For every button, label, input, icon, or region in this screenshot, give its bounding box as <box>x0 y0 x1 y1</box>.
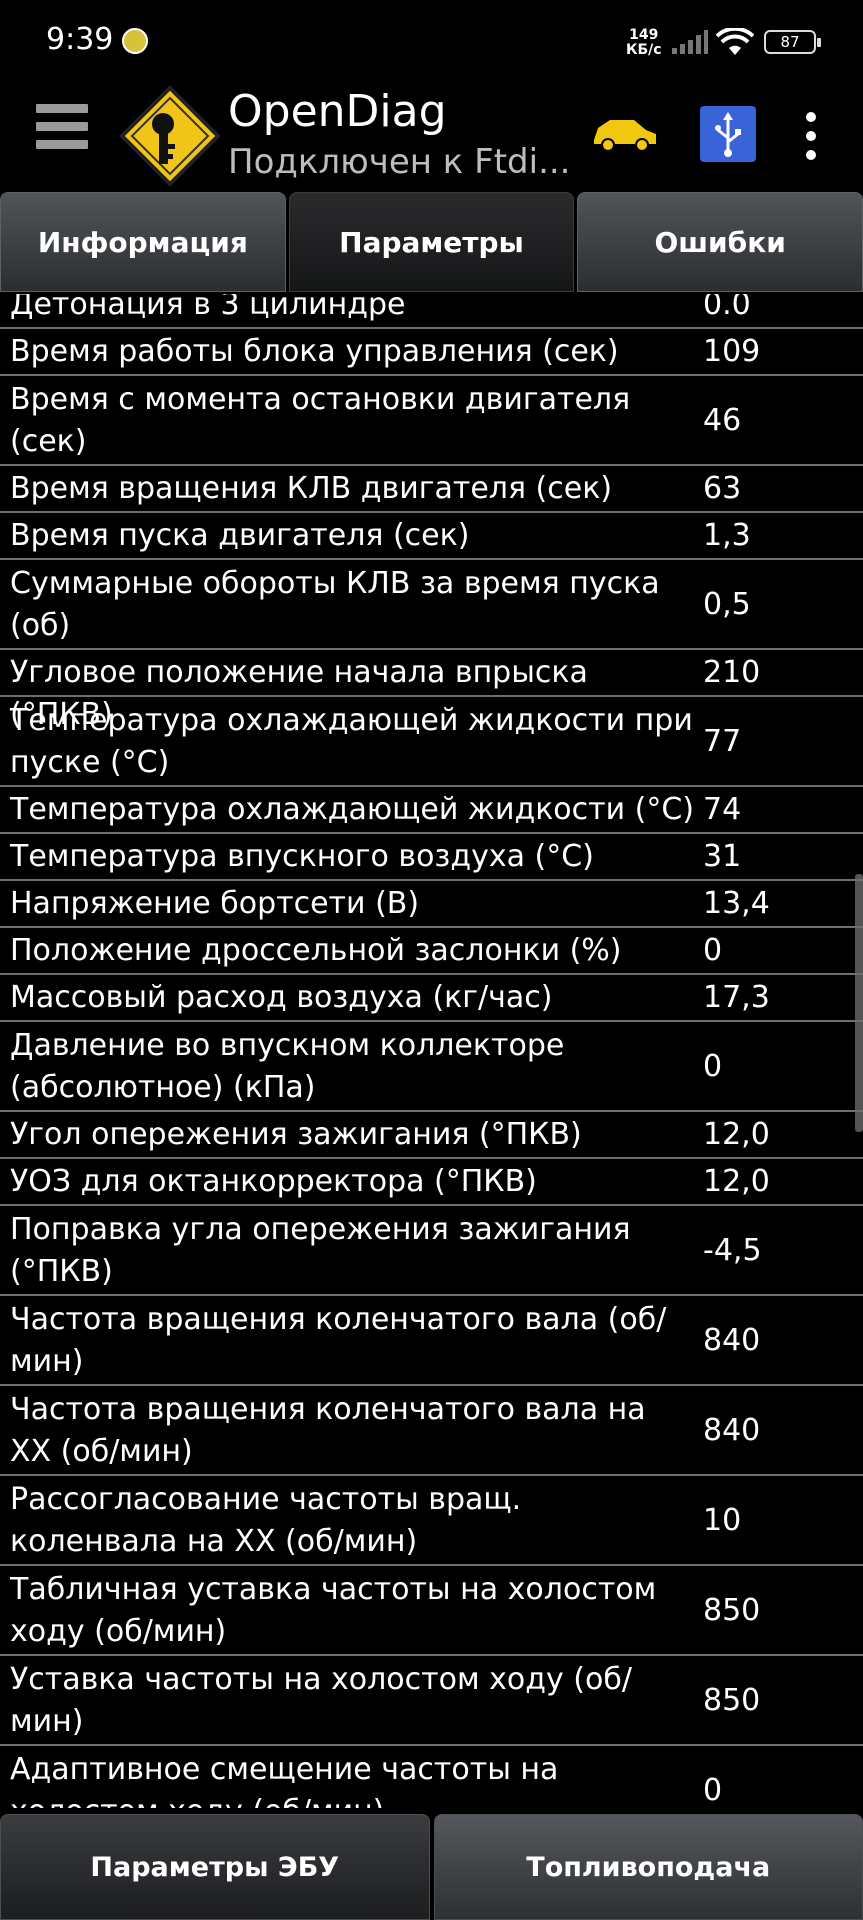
param-value: 63 <box>703 471 742 506</box>
param-value: 0 <box>703 933 723 968</box>
opendiag-logo <box>119 85 221 187</box>
table-row[interactable]: Рассогласование частоты вращ. коленвала … <box>0 1476 863 1566</box>
table-row[interactable]: Угловое положение начала впрыска (°ПКВ) 2… <box>0 650 863 732</box>
param-name: УОЗ для октанкорректора (°ПКВ) <box>10 1164 537 1199</box>
param-name: Давление во впускном коллекторе (абсолют… <box>10 1028 565 1105</box>
table-row[interactable]: Давление во впускном коллекторе (абсолют… <box>0 1022 863 1112</box>
param-value: 850 <box>703 1593 761 1628</box>
network-speed: 149 КБ/с <box>626 28 662 58</box>
table-row[interactable]: Напряжение бортсети (В) 13,4 <box>0 881 863 928</box>
param-name: Время пуска двигателя (сек) <box>10 518 470 553</box>
table-row[interactable]: Частота вращения коленчатого вала (об/ми… <box>0 1296 863 1386</box>
table-row[interactable]: Массовый расход воздуха (кг/час) 17,3 <box>0 975 863 1022</box>
param-name: Время с момента остановки двигателя (сек… <box>10 382 631 459</box>
param-name: Время вращения КЛВ двигателя (сек) <box>10 471 613 506</box>
table-row[interactable]: Время работы блока управления (сек) 109 <box>0 329 863 376</box>
connection-status: Подключен к Ftdi... <box>228 142 571 182</box>
param-value: 77 <box>703 724 742 759</box>
param-value: 0 <box>703 1773 723 1808</box>
usb-icon[interactable] <box>700 106 756 162</box>
table-row[interactable]: Угол опережения зажигания (°ПКВ) 12,0 <box>0 1112 863 1159</box>
param-value: 0.0 <box>703 294 751 322</box>
param-name: Напряжение бортсети (В) <box>10 886 420 921</box>
param-value: 840 <box>703 1323 761 1358</box>
notification-icon <box>122 28 148 54</box>
table-row[interactable]: Суммарные обороты КЛВ за время пуска (об… <box>0 560 863 650</box>
param-name: Температура впускного воздуха (°C) <box>10 839 594 874</box>
param-name: Частота вращения коленчатого вала (об/ми… <box>10 1302 667 1379</box>
table-row[interactable]: Температура охлаждающей жидкости при пус… <box>0 697 863 787</box>
param-value: 12,0 <box>703 1164 770 1199</box>
param-name: Массовый расход воздуха (кг/час) <box>10 980 553 1015</box>
tab-ecu-parameters[interactable]: Параметры ЭБУ <box>0 1814 430 1920</box>
param-value: 74 <box>703 792 742 827</box>
param-name: Табличная уставка частоты на холостом хо… <box>10 1572 657 1649</box>
param-value: 109 <box>703 334 761 369</box>
param-name: Поправка угла опережения зажигания (°ПКВ… <box>10 1212 631 1289</box>
param-value: 1,3 <box>703 518 751 553</box>
status-bar: 9:39 149 КБ/с 87 <box>0 0 863 84</box>
param-name: Частота вращения коленчатого вала на ХХ … <box>10 1392 646 1469</box>
wifi-icon <box>716 28 754 55</box>
table-row[interactable]: Табличная уставка частоты на холостом хо… <box>0 1566 863 1656</box>
table-row[interactable]: Частота вращения коленчатого вала на ХХ … <box>0 1386 863 1476</box>
network-speed-value: 149 <box>629 27 659 43</box>
parameter-list[interactable]: Детонация в 3 цилиндре 0.0 Время работы бл… <box>0 294 863 1808</box>
param-value: -4,5 <box>703 1233 762 1268</box>
param-value: 850 <box>703 1683 761 1718</box>
bottom-tab-bar: Параметры ЭБУ Топливоподача <box>0 1814 863 1920</box>
top-tab-bar: Информация Параметры Ошибки <box>0 192 863 294</box>
param-name: Время работы блока управления (сек) <box>10 334 619 369</box>
table-row[interactable]: Детонация в 3 цилиндре 0.0 <box>0 294 863 329</box>
param-value: 210 <box>703 655 761 690</box>
table-row[interactable]: УОЗ для октанкорректора (°ПКВ) 12,0 <box>0 1159 863 1206</box>
table-row[interactable]: Время с момента остановки двигателя (сек… <box>0 376 863 466</box>
param-name: Температура охлаждающей жидкости при пус… <box>10 703 693 780</box>
param-name: Адаптивное смещение частоты на холостом … <box>10 1752 559 1808</box>
app-title: OpenDiag <box>228 86 447 137</box>
table-row[interactable]: Уставка частоты на холостом ходу (об/мин… <box>0 1656 863 1746</box>
param-name: Положение дроссельной заслонки (%) <box>10 933 622 968</box>
tab-fuel-supply[interactable]: Топливоподача <box>433 1814 863 1920</box>
param-value: 10 <box>703 1503 742 1538</box>
table-row[interactable]: Температура охлаждающей жидкости (°C) 74 <box>0 787 863 834</box>
param-name: Температура охлаждающей жидкости (°C) <box>10 792 695 827</box>
table-row[interactable]: Температура впускного воздуха (°C) 31 <box>0 834 863 881</box>
tab-errors[interactable]: Ошибки <box>577 192 863 292</box>
param-value: 13,4 <box>703 886 770 921</box>
param-name: Угол опережения зажигания (°ПКВ) <box>10 1117 582 1152</box>
menu-icon[interactable] <box>36 104 88 160</box>
table-row[interactable]: Время вращения КЛВ двигателя (сек) 63 <box>0 466 863 513</box>
param-value: 840 <box>703 1413 761 1448</box>
param-value: 12,0 <box>703 1117 770 1152</box>
param-value: 0 <box>703 1049 723 1084</box>
tab-info[interactable]: Информация <box>0 192 286 292</box>
battery-icon: 87 <box>764 30 821 54</box>
table-row[interactable]: Адаптивное смещение частоты на холостом … <box>0 1746 863 1808</box>
network-speed-unit: КБ/с <box>626 42 662 58</box>
param-name: Уставка частоты на холостом ходу (об/мин… <box>10 1662 632 1739</box>
car-icon[interactable] <box>590 114 660 154</box>
table-row[interactable]: Время пуска двигателя (сек) 1,3 <box>0 513 863 560</box>
param-value: 0,5 <box>703 587 751 622</box>
param-name: Рассогласование частоты вращ. коленвала … <box>10 1482 522 1559</box>
clock: 9:39 <box>46 22 114 57</box>
tab-parameters[interactable]: Параметры <box>288 192 575 292</box>
param-value: 17,3 <box>703 980 770 1015</box>
app-bar: OpenDiag Подключен к Ftdi... <box>0 84 863 192</box>
param-value: 31 <box>703 839 742 874</box>
table-row[interactable]: Положение дроссельной заслонки (%) 0 <box>0 928 863 975</box>
param-name: Суммарные обороты КЛВ за время пуска (об… <box>10 566 660 643</box>
more-vert-icon[interactable] <box>806 112 818 169</box>
table-row[interactable]: Поправка угла опережения зажигания (°ПКВ… <box>0 1206 863 1296</box>
signal-icon <box>672 30 708 54</box>
param-value: 46 <box>703 403 742 438</box>
param-name: Детонация в 3 цилиндре <box>10 294 406 322</box>
